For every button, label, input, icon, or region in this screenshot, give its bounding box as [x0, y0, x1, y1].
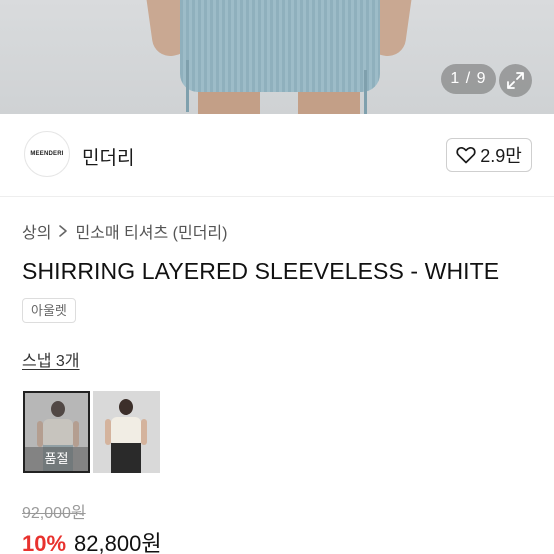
product-option-thumbnail[interactable]: 품절	[23, 391, 90, 473]
breadcrumb-item-category[interactable]: 상의	[22, 219, 51, 243]
store-logo[interactable]: MEENDERI	[24, 131, 70, 177]
expand-icon	[507, 72, 524, 89]
sold-out-label: 품절	[25, 447, 88, 471]
gallery-counter: 1 / 9	[441, 64, 496, 94]
thumbnail-model-head	[119, 399, 133, 415]
original-price: 92,000원	[22, 505, 86, 522]
skirt-string-right	[364, 70, 367, 114]
snap-link[interactable]: 스냅 3개	[22, 347, 80, 371]
like-count: 2.9만	[480, 146, 522, 166]
expand-button[interactable]	[499, 64, 532, 97]
discount-rate: 10%	[22, 531, 67, 554]
product-title: SHIRRING LAYERED SLEEVELESS - WHITE	[22, 258, 500, 284]
heart-outline-icon	[456, 146, 476, 164]
breadcrumb-item-subcategory[interactable]: 민소매 티셔츠 (민더리)	[75, 219, 227, 243]
sale-price: 82,800원	[74, 531, 162, 554]
thumbnail-model-bottom	[111, 443, 141, 473]
model-skirt	[180, 0, 380, 92]
skirt-string-left	[186, 60, 189, 112]
price-row: 10% 82,800원	[22, 526, 162, 554]
product-option-thumbnail[interactable]	[93, 391, 160, 473]
breadcrumb: 상의 민소매 티셔츠 (민더리)	[22, 219, 227, 243]
model-leg-right	[298, 90, 360, 114]
store-logo-text: MEENDERI	[30, 151, 64, 157]
thumbnail-model-top	[111, 417, 141, 443]
model-leg-left	[198, 90, 260, 114]
like-button[interactable]: 2.9만	[446, 138, 532, 172]
chevron-right-icon	[59, 225, 68, 237]
thumbnail-model-arm	[141, 419, 147, 445]
section-divider	[0, 196, 554, 197]
outlet-badge: 아울렛	[22, 298, 76, 323]
product-image-gallery[interactable]: 1 / 9	[0, 0, 554, 114]
store-name[interactable]: 민더리	[82, 143, 134, 170]
